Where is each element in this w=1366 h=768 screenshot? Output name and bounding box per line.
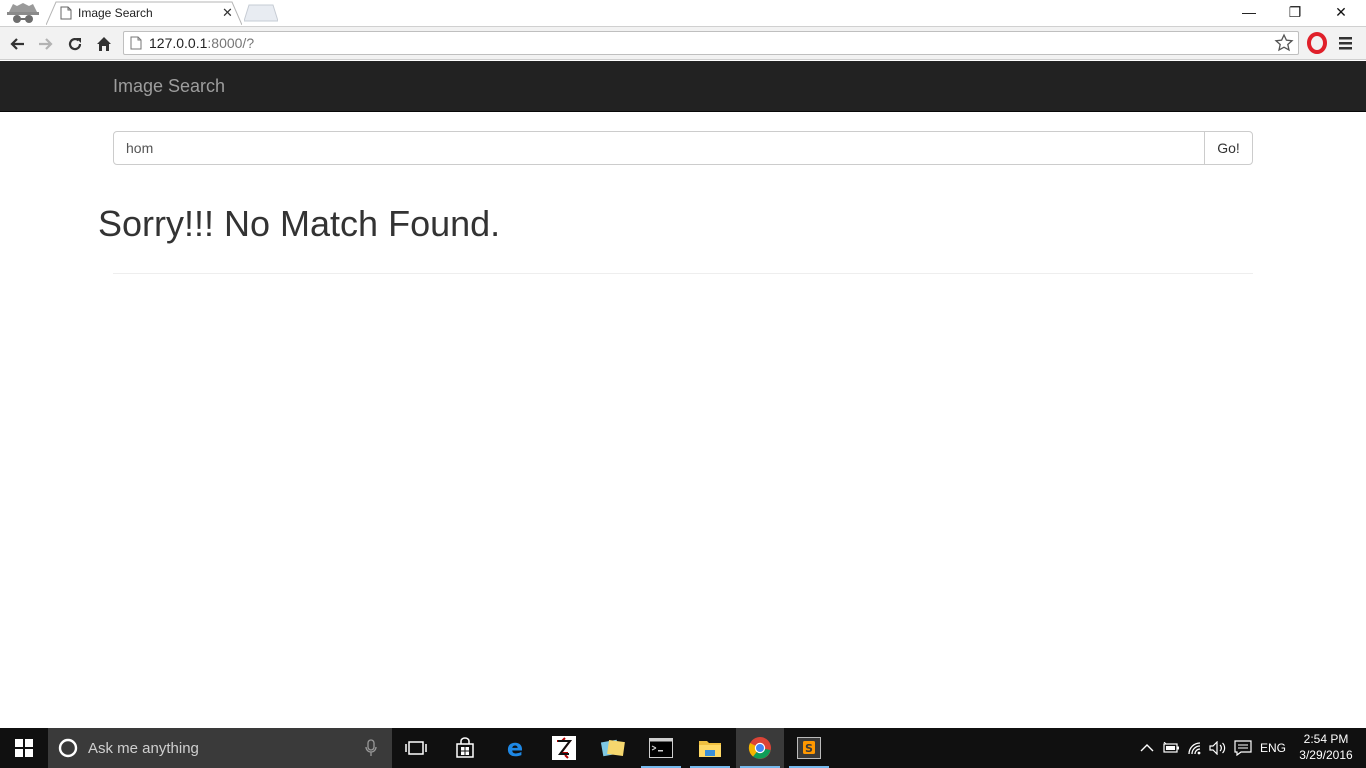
system-clock[interactable]: 2:54 PM 3/29/2016 <box>1294 731 1358 763</box>
window-restore-button[interactable]: ❐ <box>1272 0 1318 24</box>
home-icon <box>97 37 111 51</box>
volume-button[interactable] <box>1207 728 1229 768</box>
window-minimize-button[interactable]: — <box>1226 0 1272 24</box>
cortana-search-box[interactable]: Ask me anything <box>48 728 392 768</box>
tab-strip: Image Search ✕ — ❐ ✕ <box>0 0 1366 26</box>
speaker-icon <box>1209 741 1226 755</box>
svg-text:S: S <box>805 742 813 755</box>
sublime-text-icon: S <box>797 737 821 759</box>
cmd-icon <box>649 738 673 758</box>
taskbar-app-store[interactable] <box>441 728 489 768</box>
task-view-icon <box>405 741 427 755</box>
search-input-value: hom <box>126 140 154 156</box>
chevron-up-icon <box>1140 744 1154 752</box>
opera-extension-icon[interactable] <box>1306 32 1328 59</box>
home-button[interactable] <box>92 32 116 56</box>
go-button[interactable]: Go! <box>1204 131 1253 165</box>
no-match-message: Sorry!!! No Match Found. <box>98 203 501 244</box>
incognito-icon <box>3 0 43 26</box>
taskbar-app-sublime-text[interactable]: S <box>785 728 833 768</box>
taskbar-app-chrome[interactable] <box>736 728 784 768</box>
page-icon <box>130 36 142 55</box>
reload-icon <box>68 37 82 51</box>
microphone-icon[interactable] <box>364 739 378 762</box>
browser-toolbar: 127.0.0.1:8000/? <box>0 26 1366 60</box>
clock-time: 2:54 PM <box>1303 732 1349 746</box>
svg-text:e: e <box>507 736 523 760</box>
start-button[interactable] <box>0 728 48 768</box>
sticky-notes-icon <box>600 739 625 757</box>
taskbar-app-filezilla[interactable] <box>540 728 588 768</box>
tab-title: Image Search <box>78 6 153 20</box>
action-center-button[interactable] <box>1231 728 1255 768</box>
url-host: 127.0.0.1 <box>149 35 208 51</box>
page-icon <box>60 6 72 25</box>
cortana-icon <box>58 738 78 763</box>
taskbar-app-file-explorer[interactable] <box>686 728 734 768</box>
browser-menu-button[interactable] <box>1338 32 1354 59</box>
url-text[interactable]: 127.0.0.1:8000/? <box>149 35 254 51</box>
taskbar-app-edge[interactable]: e <box>491 728 539 768</box>
show-hidden-icons-button[interactable] <box>1138 728 1156 768</box>
folder-icon <box>699 741 721 757</box>
back-button[interactable] <box>5 32 29 56</box>
notification-icon <box>1234 740 1252 756</box>
divider <box>113 273 1253 274</box>
battery-button[interactable] <box>1160 728 1182 768</box>
new-tab-button[interactable] <box>243 4 279 27</box>
forward-arrow-icon <box>39 38 53 50</box>
reload-button[interactable] <box>63 32 87 56</box>
top-navbar: Image Search <box>0 61 1366 112</box>
windows-logo-icon <box>15 739 33 757</box>
clock-date: 3/29/2016 <box>1299 748 1353 762</box>
windows-taskbar: Ask me anything e S ENG 2:54 PM 3/29/201… <box>0 728 1366 768</box>
browser-tab-active[interactable]: Image Search ✕ <box>46 1 242 25</box>
task-view-button[interactable] <box>392 728 440 768</box>
battery-icon <box>1163 742 1179 753</box>
filezilla-icon <box>552 736 576 760</box>
hamburger-menu-icon <box>1339 37 1352 50</box>
forward-button[interactable] <box>34 32 58 56</box>
tab-close-button[interactable]: ✕ <box>222 5 233 21</box>
taskbar-app-sticky-notes[interactable] <box>589 728 637 768</box>
chrome-icon <box>748 737 771 759</box>
search-input[interactable]: hom <box>113 131 1205 165</box>
wifi-button[interactable] <box>1185 728 1207 768</box>
window-close-button[interactable]: ✕ <box>1318 0 1364 24</box>
navbar-brand[interactable]: Image Search <box>113 76 225 97</box>
store-icon <box>456 737 474 758</box>
address-bar[interactable]: 127.0.0.1:8000/? <box>123 31 1299 55</box>
cortana-placeholder: Ask me anything <box>88 740 199 757</box>
taskbar-app-cmd[interactable] <box>637 728 685 768</box>
back-arrow-icon <box>10 38 24 50</box>
url-path: :8000/? <box>207 35 255 51</box>
wifi-icon <box>1188 742 1201 755</box>
bookmark-star-icon[interactable] <box>1274 33 1294 58</box>
edge-icon: e <box>507 736 523 760</box>
input-language[interactable]: ENG <box>1258 728 1288 768</box>
